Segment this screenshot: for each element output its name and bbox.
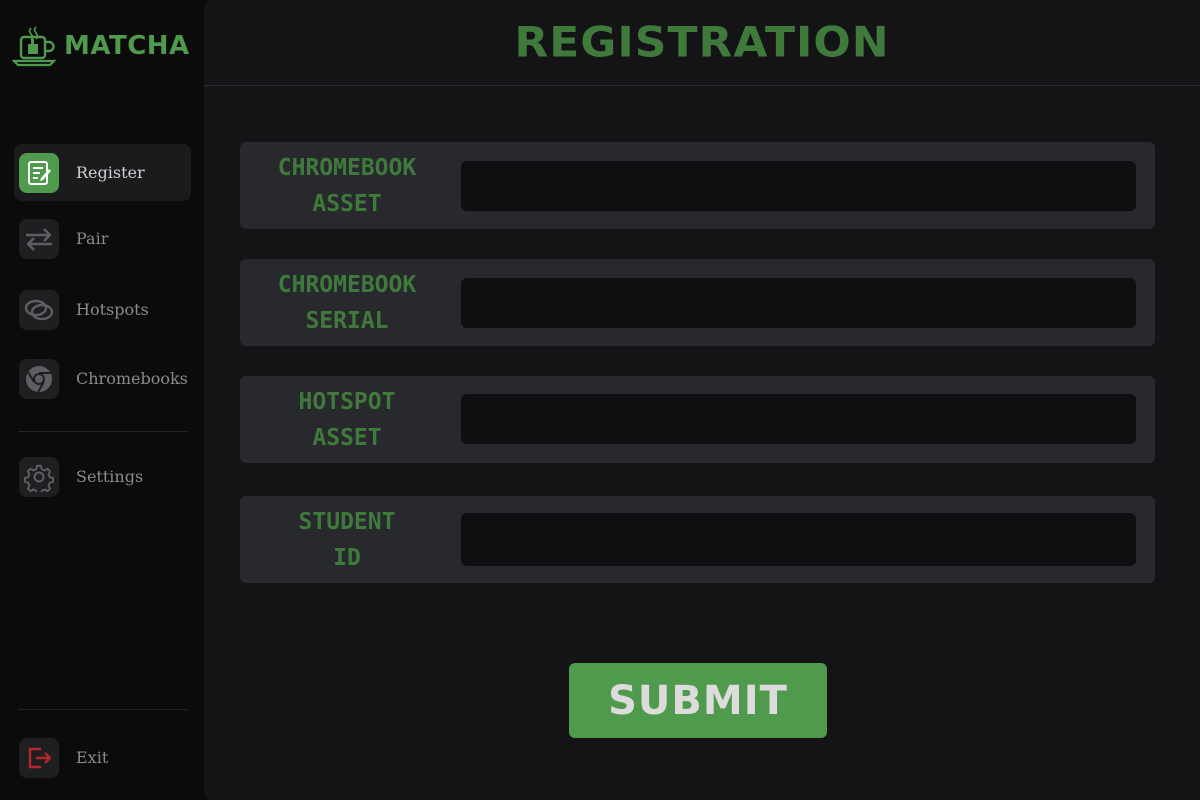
page-title: REGISTRATION: [514, 18, 890, 67]
swap-arrows-icon: [19, 218, 59, 259]
logo: MATCHA: [12, 24, 190, 68]
field-label: CHROMEBOOK SERIAL: [277, 271, 417, 334]
app-window: MATCHA Register Pair Hotspots Chromebook…: [0, 0, 1200, 800]
page-header: REGISTRATION: [204, 0, 1200, 86]
field-chromebook-asset: CHROMEBOOK ASSET: [240, 142, 1155, 229]
hotspot-asset-input[interactable]: [461, 394, 1136, 444]
sidebar: MATCHA Register Pair Hotspots Chromebook…: [0, 0, 204, 800]
field-label: STUDENT ID: [298, 508, 396, 571]
sidebar-item-label: Hotspots: [76, 300, 149, 319]
sidebar-item-settings[interactable]: Settings: [14, 448, 191, 505]
sidebar-item-exit[interactable]: Exit: [14, 729, 191, 786]
app-name: MATCHA: [64, 31, 190, 61]
registration-panel: REGISTRATION CHROMEBOOK ASSET CHROMEBOOK…: [204, 0, 1200, 800]
field-label: CHROMEBOOK ASSET: [277, 154, 417, 217]
sidebar-item-label: Settings: [76, 467, 144, 486]
sidebar-item-label: Register: [76, 163, 145, 182]
sidebar-item-label: Exit: [76, 748, 109, 767]
chrome-icon: [19, 358, 59, 399]
sidebar-item-label: Pair: [76, 229, 109, 248]
submit-button[interactable]: SUBMIT: [569, 663, 827, 738]
sidebar-item-label: Chromebooks: [76, 369, 188, 388]
sidebar-item-register[interactable]: Register: [14, 144, 191, 201]
field-hotspot-asset: HOTSPOT ASSET: [240, 376, 1155, 463]
gear-icon: [19, 456, 59, 497]
sidebar-divider: [18, 709, 188, 710]
field-student-id: STUDENT ID: [240, 496, 1155, 583]
field-chromebook-serial: CHROMEBOOK SERIAL: [240, 259, 1155, 346]
clipboard-edit-icon: [19, 152, 59, 193]
chromebook-serial-input[interactable]: [461, 278, 1136, 328]
hotspot-rings-icon: [19, 289, 59, 330]
sidebar-item-pair[interactable]: Pair: [14, 210, 191, 267]
field-label: HOTSPOT ASSET: [298, 388, 396, 451]
chromebook-asset-input[interactable]: [461, 161, 1136, 211]
matcha-cup-icon: [12, 26, 56, 67]
exit-icon: [19, 737, 59, 778]
sidebar-divider: [18, 431, 188, 432]
sidebar-item-hotspots[interactable]: Hotspots: [14, 281, 191, 338]
student-id-input[interactable]: [461, 513, 1136, 566]
sidebar-item-chromebooks[interactable]: Chromebooks: [14, 350, 191, 407]
